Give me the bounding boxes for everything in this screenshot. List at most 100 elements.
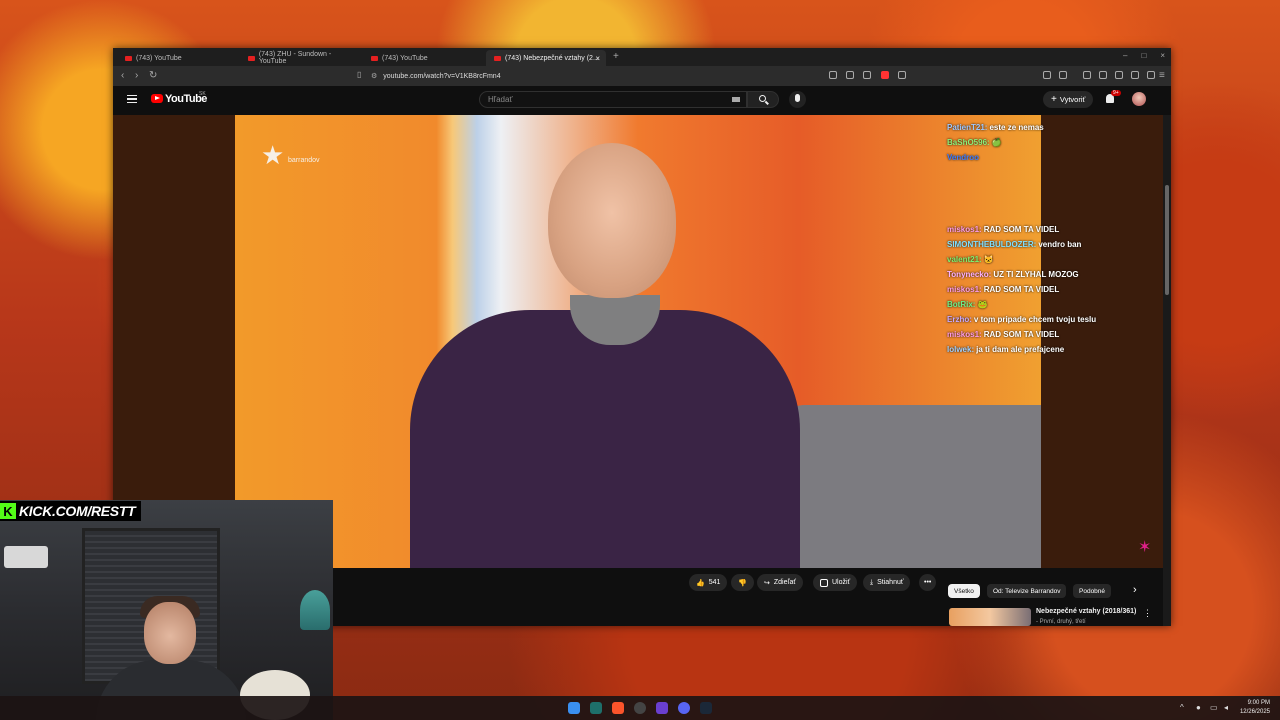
tray-overflow-icon[interactable]: ^ — [1180, 703, 1184, 712]
youtube-favicon-icon — [125, 55, 132, 61]
tab-title: (743) YouTube — [382, 54, 428, 62]
main-menu-icon[interactable]: ≡ — [1159, 70, 1165, 81]
chip-related[interactable]: Podobné — [1073, 584, 1112, 598]
tab-nebezpecne-vztahy[interactable]: (743) Nebezpečné vztahy (2... × — [486, 50, 606, 66]
network-icon[interactable]: ▭ — [1210, 703, 1218, 712]
recommendation-thumbnail[interactable] — [949, 608, 1031, 626]
chat-text: vendro ban — [1038, 240, 1082, 249]
chat-username: Vendroo — [947, 153, 980, 162]
music-icon[interactable] — [1083, 71, 1091, 79]
chat-text: 🐱 — [983, 255, 994, 264]
maximize-icon[interactable]: □ — [1141, 51, 1146, 60]
chat-text: 🍏 — [991, 138, 1002, 147]
tab-title: (743) YouTube — [136, 54, 182, 62]
download-button[interactable]: ⤓ Stiahnuť — [863, 574, 911, 591]
save-label: Uložiť — [832, 579, 851, 586]
voice-search-icon[interactable] — [789, 91, 806, 108]
page-scrollbar[interactable] — [1163, 115, 1171, 626]
share-button[interactable]: ↪ Zdieľať — [757, 574, 804, 591]
chat-username: BaShO596: — [947, 138, 990, 147]
video-frame[interactable]: ★ barrandov — [235, 115, 1041, 568]
chips-next-icon[interactable]: › — [1133, 584, 1137, 596]
tab-title: (743) Nebezpečné vztahy (2... — [505, 54, 599, 62]
save-playlist-icon — [820, 578, 828, 587]
recommendation-title[interactable]: Nebezpečné vztahy (2018/361) — [1036, 608, 1136, 615]
chip-all[interactable]: Všetko — [948, 584, 980, 598]
tab-youtube-zhu[interactable]: (743) ZHU - Sundown - YouTube — [240, 50, 358, 66]
minimize-icon[interactable]: – — [1123, 51, 1127, 60]
more-actions-button[interactable]: ••• — [919, 574, 937, 591]
back-icon[interactable]: ‹ — [121, 70, 124, 81]
barrandov-logo-text: barrandov — [288, 157, 320, 164]
sidebar-icon[interactable] — [1099, 71, 1107, 79]
share-label: Zdieľať — [773, 579, 797, 586]
chip-from-channel[interactable]: Od: Televize Barrandov — [987, 584, 1067, 598]
rewards-icon[interactable] — [898, 71, 906, 79]
kick-watermark: K KICK.COM/RESTT — [0, 501, 142, 521]
obs-icon[interactable] — [634, 702, 646, 714]
webcam-streamer-head — [144, 602, 196, 664]
chat-username: valent21: — [947, 255, 982, 264]
download-icon: ⤓ — [870, 578, 874, 586]
chat-message: PatienT21: este ze nemas — [947, 123, 1044, 132]
webcam-air-conditioner — [4, 546, 48, 568]
reload-icon[interactable]: ↻ — [149, 70, 157, 81]
site-info-icon[interactable]: ⚙ — [371, 72, 377, 80]
youtube-logo-icon[interactable] — [151, 94, 163, 103]
chat-text: 🐸 — [977, 300, 988, 309]
streaming-app-icon[interactable] — [656, 702, 668, 714]
chat-text: este ze nemas — [989, 123, 1044, 132]
bookmark-icon[interactable]: ▯ — [357, 70, 361, 79]
forward-icon[interactable]: › — [135, 70, 138, 81]
search-button[interactable] — [747, 91, 779, 108]
kick-emblem-icon: ✶ — [1138, 539, 1152, 556]
keyboard-icon[interactable] — [732, 97, 740, 102]
scrollbar-thumb[interactable] — [1165, 185, 1169, 295]
kick-logo-icon: K — [0, 503, 16, 519]
start-menu-icon[interactable] — [568, 702, 580, 714]
screenshot-icon[interactable] — [1059, 71, 1067, 79]
extensions-icon[interactable] — [1043, 71, 1051, 79]
mic-tray-icon[interactable]: ● — [1196, 703, 1201, 712]
thumbs-down-icon: 👎 — [738, 579, 747, 587]
tab-youtube-3[interactable]: (743) YouTube — [363, 50, 481, 66]
brave-browser-icon[interactable] — [612, 702, 624, 714]
recommendation-menu-icon[interactable]: ⋮ — [1143, 608, 1152, 619]
steam-icon[interactable] — [700, 702, 712, 714]
cast-icon[interactable] — [829, 71, 837, 79]
leo-icon[interactable] — [1131, 71, 1139, 79]
create-button[interactable]: + Vytvoriť — [1043, 91, 1094, 108]
discord-icon[interactable] — [678, 702, 690, 714]
hamburger-menu-icon[interactable] — [127, 95, 137, 103]
tab-youtube-1[interactable]: (743) YouTube — [117, 50, 235, 66]
video-sofa — [775, 405, 1041, 568]
chat-username: miskos1: — [947, 285, 982, 294]
system-clock[interactable]: 9:00 PM 12/26/2025 — [1240, 699, 1270, 717]
like-button[interactable]: 👍 541 — [689, 574, 728, 591]
chat-message: Tonynecko: UZ TI ZLYHAL MOZOG — [947, 270, 1079, 279]
like-count: 541 — [708, 579, 721, 586]
close-tab-icon[interactable]: × — [595, 54, 600, 63]
country-code: SK — [199, 91, 206, 97]
translate-icon[interactable] — [846, 71, 854, 79]
wallet-icon[interactable] — [1115, 71, 1123, 79]
webcam-lamp — [300, 590, 330, 630]
dislike-button[interactable]: 👎 — [731, 574, 754, 591]
chat-message: Vendroo — [947, 153, 981, 162]
new-tab-button[interactable]: + — [613, 51, 619, 62]
account-avatar[interactable] — [1132, 92, 1146, 106]
close-window-icon[interactable]: × — [1160, 51, 1165, 60]
save-button[interactable]: Uložiť — [813, 574, 858, 591]
volume-icon[interactable]: ◂ — [1224, 703, 1228, 712]
search-input[interactable]: Hľadať — [479, 91, 747, 108]
url-text: youtube.com/watch?v=V1KB8rcFmn4 — [383, 72, 501, 80]
youtube-header: YouTube SK Hľadať + Vytvoriť 9+ — [113, 86, 1171, 114]
brave-shields-icon[interactable] — [881, 71, 889, 79]
taskview-icon[interactable] — [590, 702, 602, 714]
share-page-icon[interactable] — [863, 71, 871, 79]
chat-username: miskos1: — [947, 225, 982, 234]
vpn-icon[interactable] — [1147, 71, 1155, 79]
chat-username: lolwek: — [947, 345, 975, 354]
recommendation-subtitle[interactable]: - První, druhý, třetí — [1036, 619, 1086, 625]
chat-username: PatienT21: — [947, 123, 988, 132]
